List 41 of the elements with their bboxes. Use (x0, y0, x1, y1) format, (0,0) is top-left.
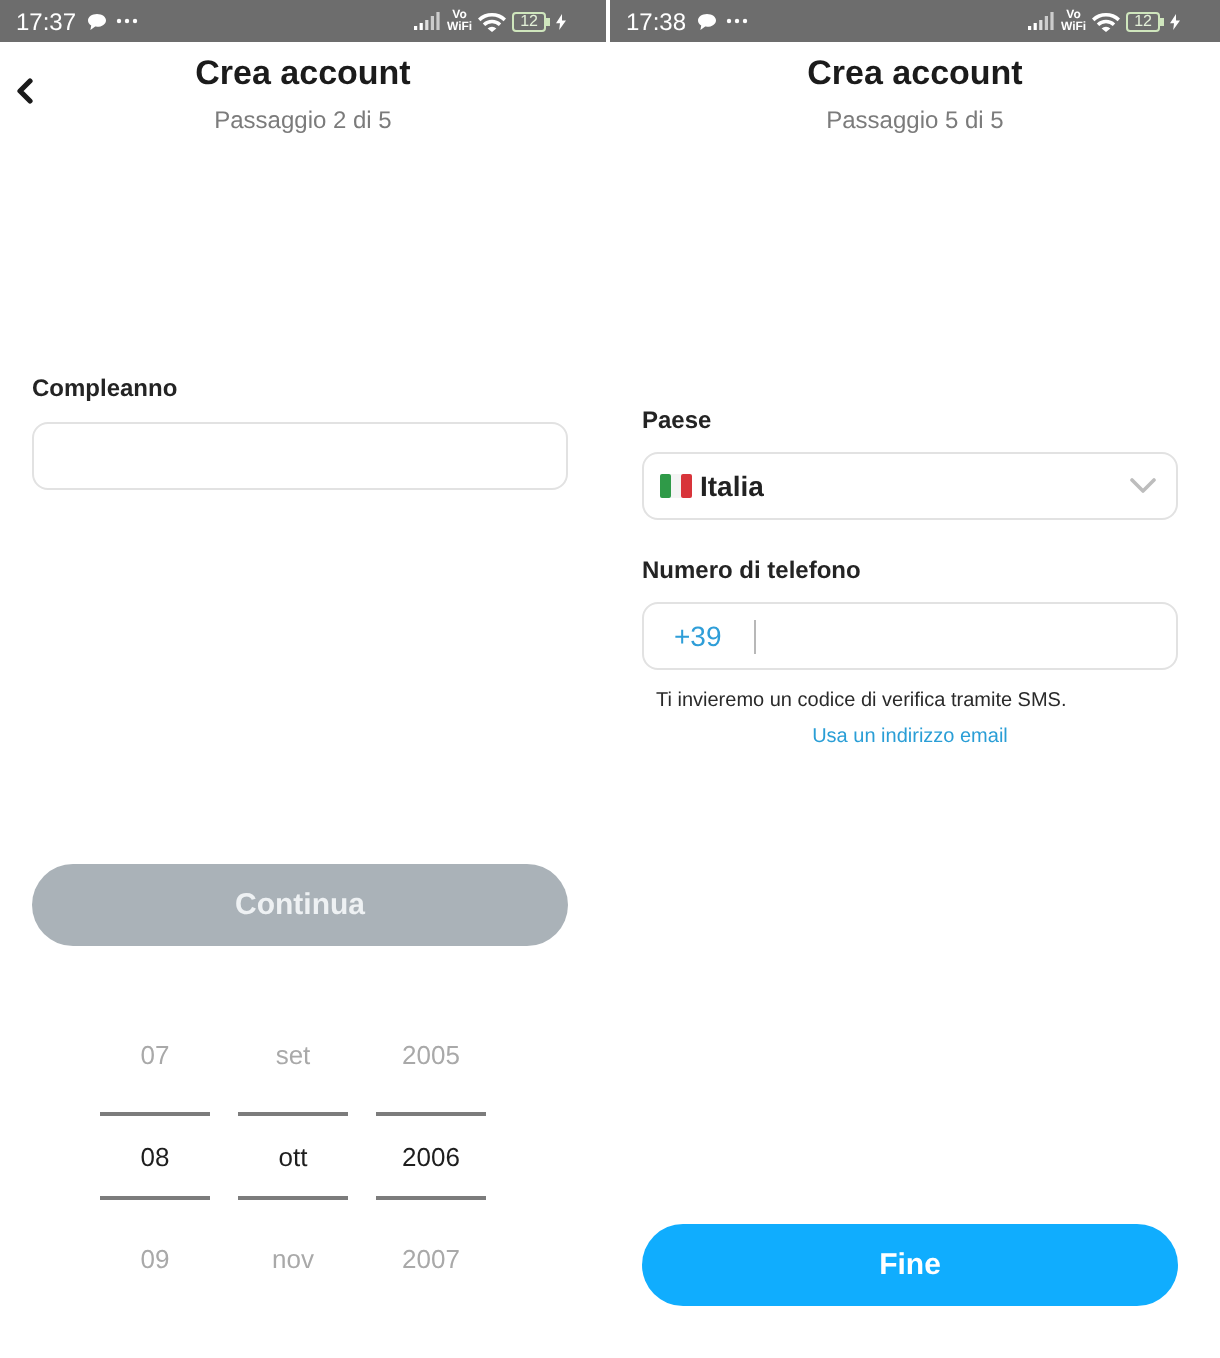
status-time: 17:37 (16, 7, 77, 35)
picker-item[interactable]: ott (238, 1112, 348, 1200)
finish-button[interactable]: Fine (642, 1224, 1178, 1306)
email-link[interactable]: Usa un indirizzo email (812, 726, 1008, 750)
picker-item[interactable]: set (238, 1010, 348, 1098)
picker-item[interactable]: 07 (100, 1010, 210, 1098)
country-select[interactable]: Italia (642, 452, 1178, 520)
wifi-icon (478, 11, 507, 31)
flag-icon (660, 474, 692, 498)
more-dots-icon (726, 18, 749, 24)
phone-input-field[interactable]: +39 (642, 602, 1178, 670)
wifi-icon (1092, 11, 1121, 31)
country-code: +39 (674, 620, 722, 652)
picker-item[interactable]: 2005 (376, 1010, 486, 1098)
status-time: 17:38 (626, 7, 687, 35)
battery-indicator: 12 (512, 11, 550, 31)
more-dots-icon (116, 18, 139, 24)
signal-bars-icon (414, 12, 441, 30)
signal-bars-icon (1028, 12, 1055, 30)
picker-item[interactable]: 09 (100, 1214, 210, 1302)
chat-bubble-icon (88, 13, 107, 29)
screen-title: Crea account (193, 52, 413, 96)
picker-item[interactable]: 2007 (376, 1214, 486, 1302)
lightning-bolt-icon (556, 13, 566, 29)
back-button[interactable] (14, 78, 34, 104)
lightning-bolt-icon (1170, 13, 1180, 29)
input-field[interactable] (32, 422, 568, 490)
picker-item[interactable]: nov (238, 1214, 348, 1302)
field-label: Paese (642, 406, 712, 434)
step-indicator: Passaggio 5 di 5 (824, 106, 1006, 134)
step-indicator: Passaggio 2 di 5 (212, 106, 394, 134)
back-icon (14, 78, 34, 104)
battery-indicator: 12 (1126, 11, 1164, 31)
field-label: Numero di telefono (642, 556, 861, 584)
screen-title: Crea account (805, 52, 1025, 96)
field-label: Compleanno (32, 374, 178, 402)
chevron-down-icon (1130, 478, 1156, 494)
picker-item[interactable]: 08 (100, 1112, 210, 1200)
hint-text: Ti invieremo un codice di verifica tramite SMS. (656, 690, 1067, 714)
picker-item[interactable]: 2006 (376, 1112, 486, 1200)
chat-bubble-icon (698, 13, 717, 29)
